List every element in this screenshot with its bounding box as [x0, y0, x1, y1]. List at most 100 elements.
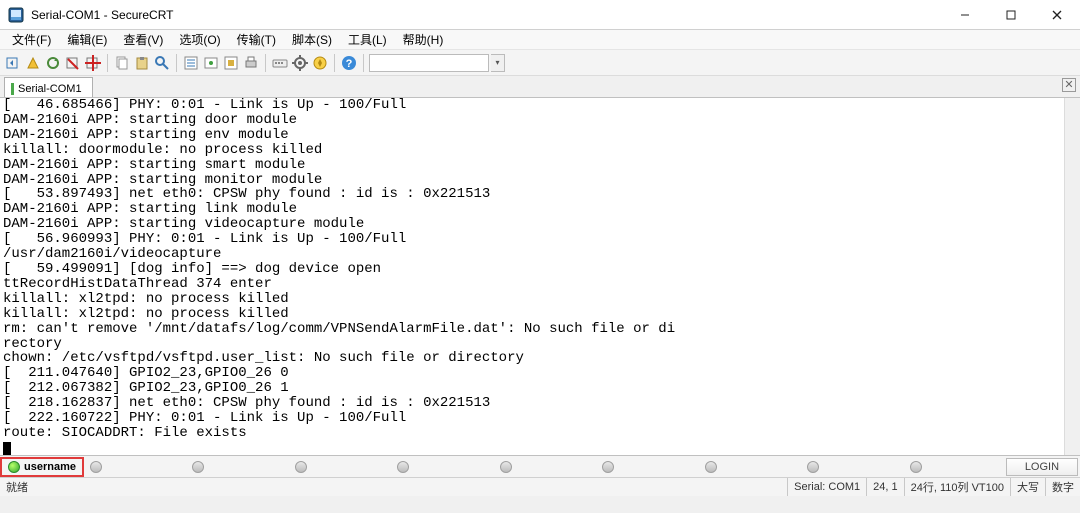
toolbar: ? ▾: [0, 50, 1080, 76]
terminal-line: killall: xl2tpd: no process killed: [3, 306, 289, 322]
terminal-line: DAM-2160i APP: starting door module: [3, 112, 297, 128]
status-dot-icon: [602, 461, 614, 473]
host-input-dropdown[interactable]: ▾: [491, 54, 505, 72]
menu-script[interactable]: 脚本(S): [284, 29, 340, 50]
window-title: Serial-COM1 - SecureCRT: [31, 8, 942, 22]
terminal-line: /usr/dam2160i/videocapture: [3, 246, 221, 262]
terminal-cursor: [3, 442, 11, 456]
close-button[interactable]: [1034, 0, 1080, 30]
status-dot-icon: [397, 461, 409, 473]
global-options-icon[interactable]: [222, 54, 240, 72]
keymap-icon[interactable]: [271, 54, 289, 72]
terminal-line: DAM-2160i APP: starting videocapture mod…: [3, 216, 364, 232]
button-bar-username[interactable]: username: [0, 457, 84, 477]
terminal-line: [ 56.960993] PHY: 0:01 - Link is Up - 10…: [3, 231, 406, 247]
tabs-close-icon[interactable]: ✕: [1062, 78, 1076, 92]
terminal-line: chown: /etc/vsftpd/vsftpd.user_list: No …: [3, 350, 524, 366]
vertical-scrollbar[interactable]: [1064, 98, 1080, 455]
toolbar-separator: [265, 54, 266, 72]
status-ready: 就绪: [0, 479, 34, 495]
status-caps: 大写: [1010, 478, 1045, 496]
menu-view[interactable]: 查看(V): [115, 29, 171, 50]
login-button[interactable]: LOGIN: [1006, 458, 1078, 476]
minimize-button[interactable]: [942, 0, 988, 30]
terminal-line: [ 59.499091] [dog info] ==> dog device o…: [3, 261, 381, 277]
terminal-output[interactable]: [ 46.685466] PHY: 0:01 - Link is Up - 10…: [0, 98, 1080, 456]
connect-icon[interactable]: [4, 54, 22, 72]
terminal-line: killall: doormodule: no process killed: [3, 142, 322, 158]
terminal-line: DAM-2160i APP: starting smart module: [3, 157, 305, 173]
button-bar: username LOGIN: [0, 456, 1080, 478]
terminal-line: DAM-2160i APP: starting link module: [3, 201, 297, 217]
maximize-button[interactable]: [988, 0, 1034, 30]
status-terminal-size: 24行, 110列 VT100: [904, 478, 1010, 496]
title-bar: Serial-COM1 - SecureCRT: [0, 0, 1080, 30]
button-bar-slot[interactable]: [699, 461, 801, 473]
menu-file[interactable]: 文件(F): [4, 29, 59, 50]
terminal-line: DAM-2160i APP: starting env module: [3, 127, 289, 143]
status-cursor-pos: 24, 1: [866, 478, 903, 496]
button-bar-slot[interactable]: [494, 461, 596, 473]
tab-label: Serial-COM1: [18, 83, 82, 95]
menu-transfer[interactable]: 传输(T): [229, 29, 284, 50]
button-bar-slot[interactable]: [801, 461, 903, 473]
status-dot-icon: [192, 461, 204, 473]
disconnect-all-icon[interactable]: [84, 54, 102, 72]
toolbar-separator: [176, 54, 177, 72]
toolbar-separator: [107, 54, 108, 72]
print-icon[interactable]: [242, 54, 260, 72]
session-tabs: Serial-COM1 ✕: [0, 76, 1080, 98]
username-label: username: [24, 461, 76, 473]
status-dot-icon: [705, 461, 717, 473]
button-bar-slot[interactable]: [391, 461, 493, 473]
app-icon: [8, 7, 24, 23]
menu-bar: 文件(F) 编辑(E) 查看(V) 选项(O) 传输(T) 脚本(S) 工具(L…: [0, 30, 1080, 50]
status-dot-icon: [90, 461, 102, 473]
reconnect-icon[interactable]: [44, 54, 62, 72]
status-dot-icon: [500, 461, 512, 473]
run-script-icon[interactable]: [311, 54, 329, 72]
paste-icon[interactable]: [133, 54, 151, 72]
terminal-line: rm: can't remove '/mnt/datafs/log/comm/V…: [3, 321, 675, 337]
find-icon[interactable]: [153, 54, 171, 72]
terminal-line: [ 46.685466] PHY: 0:01 - Link is Up - 10…: [3, 98, 406, 113]
terminal-line: [ 218.162837] net eth0: CPSW phy found :…: [3, 395, 490, 411]
terminal-line: [ 212.067382] GPIO2_23,GPIO0_26 1: [3, 380, 289, 396]
quick-connect-icon[interactable]: [24, 54, 42, 72]
terminal-line: [ 222.160722] PHY: 0:01 - Link is Up - 1…: [3, 410, 406, 426]
properties-icon[interactable]: [182, 54, 200, 72]
tab-serial-com1[interactable]: Serial-COM1: [4, 77, 93, 97]
terminal-line: DAM-2160i APP: starting monitor module: [3, 172, 322, 188]
terminal-line: [ 211.047640] GPIO2_23,GPIO0_26 0: [3, 365, 289, 381]
status-dot-icon: [8, 461, 20, 473]
status-dot-icon: [910, 461, 922, 473]
toolbar-separator: [363, 54, 364, 72]
copy-icon[interactable]: [113, 54, 131, 72]
button-bar-slot[interactable]: [904, 461, 1006, 473]
button-bar-slot[interactable]: [596, 461, 698, 473]
status-num: 数字: [1045, 478, 1080, 496]
menu-tools[interactable]: 工具(L): [340, 29, 395, 50]
terminal-line: [ 53.897493] net eth0: CPSW phy found : …: [3, 186, 490, 202]
button-bar-slot[interactable]: [289, 461, 391, 473]
settings-icon[interactable]: [291, 54, 309, 72]
button-bar-slot[interactable]: [84, 461, 186, 473]
tab-status-indicator: [11, 83, 14, 95]
status-bar: 就绪 Serial: COM1 24, 1 24行, 110列 VT100 大写…: [0, 478, 1080, 496]
menu-options[interactable]: 选项(O): [171, 29, 228, 50]
status-dot-icon: [295, 461, 307, 473]
button-bar-slot[interactable]: [186, 461, 288, 473]
disconnect-icon[interactable]: [64, 54, 82, 72]
menu-edit[interactable]: 编辑(E): [59, 29, 115, 50]
help-icon[interactable]: ?: [340, 54, 358, 72]
session-options-icon[interactable]: [202, 54, 220, 72]
toolbar-separator: [334, 54, 335, 72]
terminal-line: rectory: [3, 336, 62, 352]
terminal-line: route: SIOCADDRT: File exists: [3, 425, 247, 441]
host-input[interactable]: [369, 54, 489, 72]
menu-help[interactable]: 帮助(H): [395, 29, 452, 50]
terminal-line: ttRecordHistDataThread 374 enter: [3, 276, 272, 292]
terminal-line: killall: xl2tpd: no process killed: [3, 291, 289, 307]
svg-text:?: ?: [346, 58, 353, 70]
status-dot-icon: [807, 461, 819, 473]
